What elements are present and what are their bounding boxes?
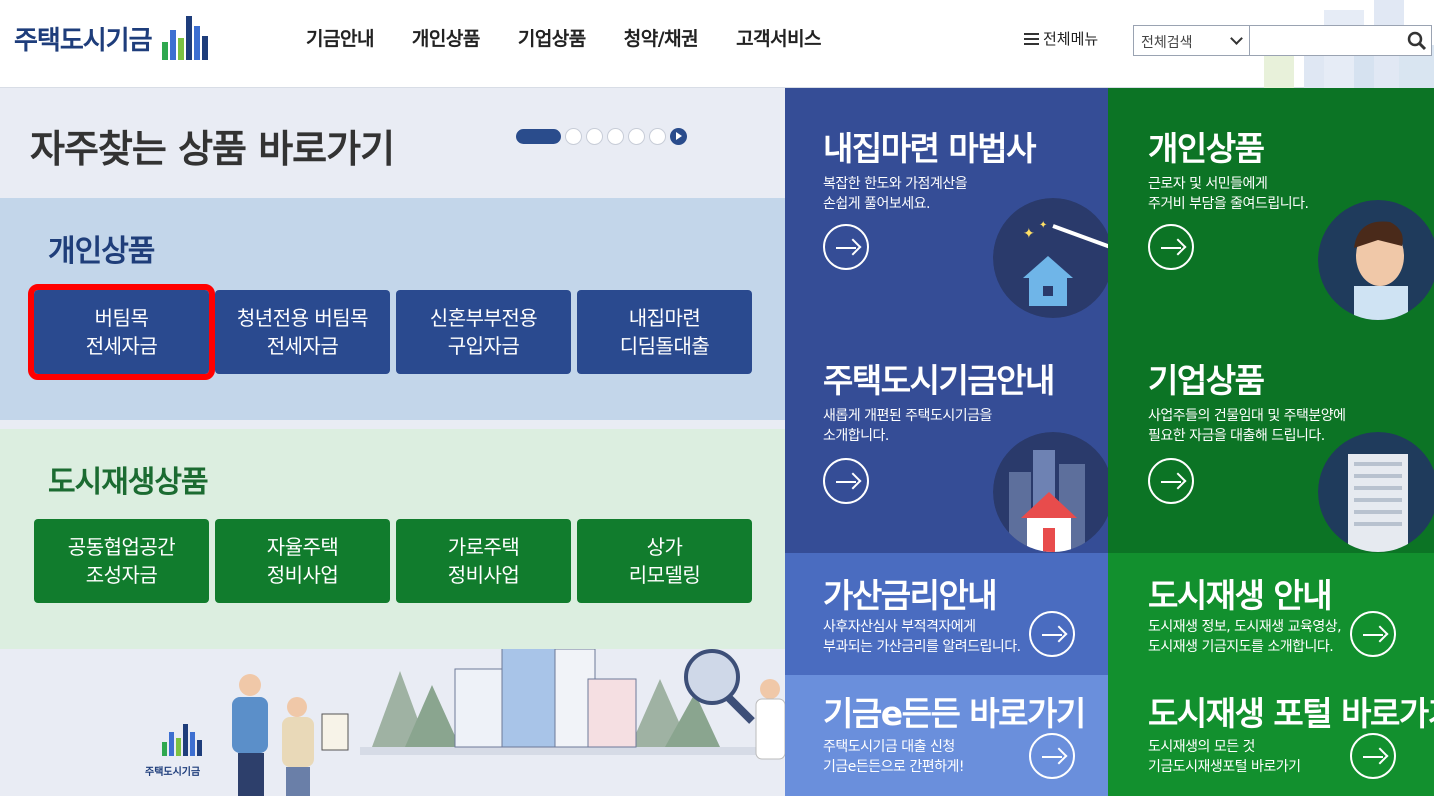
arrow-right-icon[interactable] (1029, 733, 1075, 779)
tile-urban-portal-shortcut[interactable]: 도시재생 포털 바로가기 도시재생의 모든 것 기금도시재생포털 바로가기 (1108, 675, 1434, 796)
tile-urban-regen-info-desc: 도시재생 정보, 도시재생 교육영상, 도시재생 기금지도를 소개합니다. (1148, 619, 1342, 655)
tile-corporate-products-title: 기업상품 (1148, 361, 1265, 400)
arrow-right-icon[interactable] (823, 224, 869, 270)
tile-urban-portal-title: 도시재생 포털 바로가기 (1148, 694, 1434, 733)
tile-ededeun-shortcut[interactable]: 기금e든든 바로가기 주택도시기금 대출 신청 기금e든든으로 간편하게! (785, 675, 1108, 796)
favorites-panel: 자주찾는 상품 바로가기 개인상품 버팀목 전세자금 청년전용 버팀목 전세자금… (0, 88, 785, 796)
pager-next-icon[interactable] (670, 128, 687, 145)
search-bar: 전체검색 (1133, 25, 1432, 56)
tile-fund-intro[interactable]: 주택도시기금안내 새롭게 개편된 주택도시기금을 소개합니다. (785, 320, 1108, 553)
personal-section-title: 개인상품 (48, 234, 155, 269)
favorites-title: 자주찾는 상품 바로가기 (30, 127, 395, 171)
nav-corporate-products[interactable]: 기업상품 (518, 24, 586, 51)
nav-customer-service[interactable]: 고객서비스 (736, 24, 821, 51)
arrow-right-icon[interactable] (1029, 611, 1075, 657)
pager-dot-3[interactable] (586, 128, 603, 145)
tile-ededeun-desc: 주택도시기금 대출 신청 기금e든든으로 간편하게! (823, 739, 964, 775)
arrow-right-icon[interactable] (1350, 611, 1396, 657)
tile-home-wizard[interactable]: 내집마련 마법사 복잡한 한도와 가점계산을 손쉽게 풀어보세요. ✦ ✦ (785, 88, 1108, 320)
product-button-coworking-space[interactable]: 공동협업공간 조성자금 (34, 519, 209, 603)
worker-avatar-icon (1318, 200, 1434, 320)
all-menu-button[interactable]: 전체메뉴 (1024, 28, 1098, 49)
arrow-right-icon[interactable] (1350, 733, 1396, 779)
nav-personal-products[interactable]: 개인상품 (412, 24, 480, 51)
tile-surcharge-rate[interactable]: 가산금리안내 사후자산심사 부적격자에게 부과되는 가산금리를 알려드립니다. (785, 553, 1108, 675)
site-logo[interactable]: 주택도시기금 (14, 16, 214, 60)
product-button-shop-remodeling[interactable]: 상가 리모델링 (577, 519, 752, 603)
tile-surcharge-rate-title: 가산금리안내 (823, 576, 998, 615)
magic-house-icon: ✦ ✦ (993, 198, 1108, 318)
logo-mark-icon (161, 16, 214, 60)
tile-personal-products[interactable]: 개인상품 근로자 및 서민들에게 주거비 부담을 줄여드립니다. (1108, 88, 1434, 320)
tile-fund-intro-desc: 새롭게 개편된 주택도시기금을 소개합니다. (823, 408, 992, 444)
tile-urban-portal-desc: 도시재생의 모든 것 기금도시재생포털 바로가기 (1148, 739, 1301, 775)
search-scope-value: 전체검색 (1141, 35, 1193, 51)
main-nav: 기금안내 개인상품 기업상품 청약/채권 고객서비스 (306, 24, 822, 51)
tile-urban-regen-info-title: 도시재생 안내 (1148, 576, 1333, 615)
product-button-didimdol-loan[interactable]: 내집마련 디딤돌대출 (577, 290, 752, 374)
carousel-pager (516, 128, 687, 145)
city-house-icon (993, 432, 1108, 552)
header: 주택도시기금 기금안내 개인상품 기업상품 청약/채권 고객서비스 전체메뉴 전… (0, 0, 1434, 88)
pager-dot-1[interactable] (516, 129, 561, 144)
office-building-icon (1318, 432, 1434, 552)
nav-subscription-bonds[interactable]: 청약/채권 (624, 24, 699, 51)
svg-text:✦: ✦ (1023, 226, 1035, 242)
svg-text:✦: ✦ (1039, 220, 1047, 231)
tile-fund-intro-title: 주택도시기금안내 (823, 361, 1055, 400)
pager-dot-5[interactable] (628, 128, 645, 145)
tile-surcharge-rate-desc: 사후자산심사 부적격자에게 부과되는 가산금리를 알려드립니다. (823, 619, 1021, 655)
all-menu-label: 전체메뉴 (1043, 30, 1099, 48)
pager-dot-6[interactable] (649, 128, 666, 145)
arrow-right-icon[interactable] (1148, 458, 1194, 504)
tile-urban-regen-info[interactable]: 도시재생 안내 도시재생 정보, 도시재생 교육영상, 도시재생 기금지도를 소… (1108, 553, 1434, 675)
illustration-logo-text: 주택도시기금 (145, 765, 200, 778)
tile-home-wizard-title: 내집마련 마법사 (823, 129, 1037, 168)
nav-fund-info[interactable]: 기금안내 (306, 24, 374, 51)
search-input[interactable] (1250, 25, 1432, 56)
product-button-autonomous-housing[interactable]: 자율주택 정비사업 (215, 519, 390, 603)
arrow-right-icon[interactable] (1148, 224, 1194, 270)
pager-dot-4[interactable] (607, 128, 624, 145)
pager-dot-2[interactable] (565, 128, 582, 145)
product-button-newlywed-purchase[interactable]: 신혼부부전용 구입자금 (396, 290, 571, 374)
product-button-street-housing[interactable]: 가로주택 정비사업 (396, 519, 571, 603)
urban-section-title: 도시재생상품 (48, 465, 209, 500)
city-illustration: 주택도시기금 (145, 649, 785, 796)
tile-ededeun-title: 기금e든든 바로가기 (823, 694, 1086, 733)
tile-personal-products-desc: 근로자 및 서민들에게 주거비 부담을 줄여드립니다. (1148, 176, 1309, 212)
tile-corporate-products[interactable]: 기업상품 사업주들의 건물임대 및 주택분양에 필요한 자금을 대출해 드립니다… (1108, 320, 1434, 553)
search-icon[interactable] (1406, 30, 1428, 52)
product-button-beotimmok-jeonse[interactable]: 버팀목 전세자금 (28, 284, 215, 380)
tile-home-wizard-desc: 복잡한 한도와 가점계산을 손쉽게 풀어보세요. (823, 176, 968, 212)
chevron-down-icon (1230, 32, 1243, 45)
personal-products-section: 개인상품 버팀목 전세자금 청년전용 버팀목 전세자금 신혼부부전용 구입자금 … (0, 198, 785, 420)
product-button-youth-beotimmok[interactable]: 청년전용 버팀목 전세자금 (215, 290, 390, 374)
urban-products-section: 도시재생상품 공동협업공간 조성자금 자율주택 정비사업 가로주택 정비사업 상… (0, 429, 785, 649)
hamburger-icon (1024, 32, 1039, 45)
search-scope-select[interactable]: 전체검색 (1133, 25, 1250, 56)
arrow-right-icon[interactable] (823, 458, 869, 504)
tile-personal-products-title: 개인상품 (1148, 129, 1265, 168)
tile-corporate-products-desc: 사업주들의 건물임대 및 주택분양에 필요한 자금을 대출해 드립니다. (1148, 408, 1346, 444)
logo-text: 주택도시기금 (14, 25, 153, 56)
